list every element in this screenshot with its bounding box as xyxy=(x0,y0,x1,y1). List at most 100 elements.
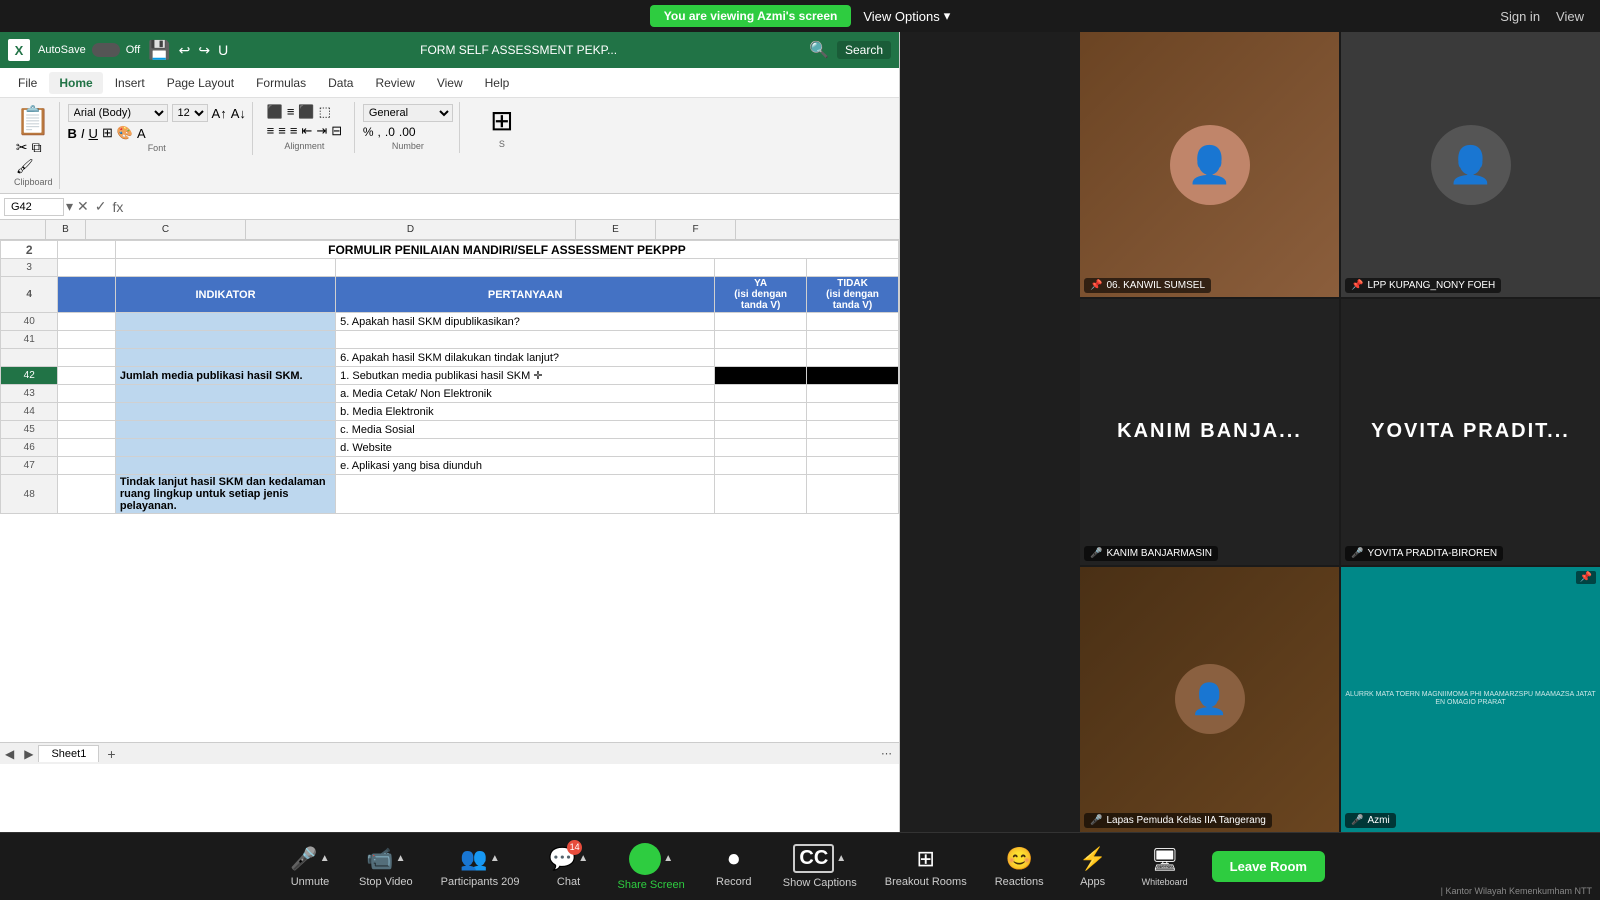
cell-ya[interactable] xyxy=(715,421,807,439)
participants-caret[interactable]: ▲ xyxy=(490,853,500,864)
increase-decimal-icon[interactable]: .0 xyxy=(385,125,395,139)
redo-icon[interactable]: ↪ xyxy=(198,42,210,59)
cell-indikator[interactable] xyxy=(115,331,335,349)
cell[interactable] xyxy=(58,421,115,439)
apps-button[interactable]: ⚡ Apps xyxy=(1058,840,1128,894)
cell-ya[interactable] xyxy=(715,349,807,367)
merge-icon[interactable]: ⊟ xyxy=(331,123,342,139)
bold-icon[interactable]: B xyxy=(68,126,77,141)
cell[interactable] xyxy=(58,331,115,349)
menu-help[interactable]: Help xyxy=(475,72,520,94)
cell-ya[interactable] xyxy=(715,439,807,457)
align-top-icon[interactable]: ⬛ xyxy=(267,104,283,120)
leave-room-button[interactable]: Leave Room xyxy=(1212,851,1325,882)
more-options-icon[interactable]: ⋯ xyxy=(873,747,900,760)
chat-button[interactable]: 💬 14 ▲ Chat xyxy=(534,840,604,894)
cell-ya[interactable] xyxy=(715,475,807,514)
cell-tidak[interactable] xyxy=(807,439,899,457)
col-c[interactable]: C xyxy=(86,220,246,239)
autosave-toggle[interactable] xyxy=(92,43,120,57)
tab-right-arrow[interactable]: ▶ xyxy=(19,747,38,761)
cell-pertanyaan[interactable]: d. Website xyxy=(336,439,715,457)
video-tile-5[interactable]: 👤 🎤 Lapas Pemuda Kelas IIA Tangerang xyxy=(1080,567,1339,832)
cell[interactable] xyxy=(58,457,115,475)
menu-review[interactable]: Review xyxy=(365,72,424,94)
insert-function-icon[interactable]: fx xyxy=(111,199,126,215)
cell-indikator[interactable] xyxy=(115,439,335,457)
record-button[interactable]: ⏺ Record xyxy=(699,840,769,894)
video-tile-3[interactable]: KANIM BANJA... 🎤 KANIM BANJARMASIN xyxy=(1080,299,1339,564)
cell[interactable] xyxy=(58,403,115,421)
thousands-icon[interactable]: , xyxy=(378,125,381,139)
cell[interactable] xyxy=(58,385,115,403)
formula-input[interactable] xyxy=(131,198,895,216)
video-caret[interactable]: ▲ xyxy=(396,853,406,864)
indent-inc-icon[interactable]: ⇥ xyxy=(316,123,327,139)
col-d[interactable]: D xyxy=(246,220,576,239)
cell[interactable] xyxy=(58,367,115,385)
border-icon[interactable]: ⊞ xyxy=(102,125,113,141)
cell-ya[interactable] xyxy=(715,331,807,349)
align-bottom-icon[interactable]: ⬛ xyxy=(298,104,314,120)
cell-tidak[interactable] xyxy=(807,313,899,331)
cell-ref-input[interactable] xyxy=(4,198,64,216)
underline-icon[interactable]: U xyxy=(218,42,228,58)
paste-icon[interactable]: 📋 xyxy=(16,104,51,137)
font-grow-icon[interactable]: A↑ xyxy=(212,106,227,121)
col-e[interactable]: E xyxy=(576,220,656,239)
format-painter-icon[interactable]: 🖌 xyxy=(16,158,51,175)
percent-icon[interactable]: % xyxy=(363,125,374,139)
cell-indikator[interactable] xyxy=(115,349,335,367)
cell-indikator[interactable] xyxy=(115,457,335,475)
header-indikator[interactable]: INDIKATOR xyxy=(115,277,335,313)
cell[interactable] xyxy=(336,259,715,277)
cell-ya[interactable] xyxy=(715,313,807,331)
show-captions-button[interactable]: CC ▲ Show Captions xyxy=(769,838,871,895)
video-tile-4[interactable]: YOVITA PRADIT... 🎤 YOVITA PRADITA-BIRORE… xyxy=(1341,299,1600,564)
align-center-icon[interactable]: ≡ xyxy=(278,123,286,139)
video-tile-1[interactable]: 👤 📌 06. KANWIL SUMSEL xyxy=(1080,32,1339,297)
font-size-selector[interactable]: 12 xyxy=(172,104,208,122)
decrease-decimal-icon[interactable]: .00 xyxy=(399,125,416,139)
cell-pertanyaan[interactable]: 5. Apakah hasil SKM dipublikasikan? xyxy=(336,313,715,331)
cell-pertanyaan[interactable]: a. Media Cetak/ Non Elektronik xyxy=(336,385,715,403)
cell[interactable] xyxy=(715,259,807,277)
search-icon[interactable]: 🔍 xyxy=(809,40,829,60)
menu-page-layout[interactable]: Page Layout xyxy=(157,72,244,94)
cell-tidak-selected[interactable] xyxy=(807,367,899,385)
copy-icon[interactable]: ⧉ xyxy=(32,139,42,156)
cut-icon[interactable]: ✂ xyxy=(16,139,28,156)
breakout-rooms-button[interactable]: ⊞ Breakout Rooms xyxy=(871,840,981,894)
menu-file[interactable]: File xyxy=(8,72,47,94)
cell-ya-selected[interactable] xyxy=(715,367,807,385)
cell-pertanyaan[interactable]: c. Media Sosial xyxy=(336,421,715,439)
cell-indikator[interactable] xyxy=(115,313,335,331)
cell-tidak[interactable] xyxy=(807,421,899,439)
tab-left-arrow[interactable]: ◀ xyxy=(0,747,19,761)
cell-pertanyaan[interactable]: 6. Apakah hasil SKM dilakukan tindak lan… xyxy=(336,349,715,367)
cell-indikator[interactable] xyxy=(115,421,335,439)
video-tile-6[interactable]: ALURRK MATA TOERN MAGNIIMOMA PHI MAAMARZ… xyxy=(1341,567,1600,832)
unmute-caret[interactable]: ▲ xyxy=(320,853,330,864)
header-ya[interactable]: YA (isi dengan tanda V) xyxy=(715,277,807,313)
view-link[interactable]: View xyxy=(1556,9,1584,24)
cell[interactable] xyxy=(58,349,115,367)
align-right-icon[interactable]: ≡ xyxy=(290,123,298,139)
video-tile-2[interactable]: 👤 📌 LPP KUPANG_NONY FOEH xyxy=(1341,32,1600,297)
unmute-button[interactable]: 🎤 ▲ Unmute xyxy=(275,840,345,894)
add-sheet-button[interactable]: + xyxy=(99,746,123,762)
cell-tidak[interactable] xyxy=(807,349,899,367)
cell-indikator[interactable]: Tindak lanjut hasil SKM dan kedalaman ru… xyxy=(115,475,335,514)
align-middle-icon[interactable]: ≡ xyxy=(287,104,295,120)
cell-pertanyaan[interactable]: b. Media Elektronik xyxy=(336,403,715,421)
font-name-selector[interactable]: Arial (Body) xyxy=(68,104,168,122)
share-caret[interactable]: ▲ xyxy=(663,853,673,864)
cell-tidak[interactable] xyxy=(807,385,899,403)
header-pertanyaan[interactable]: PERTANYAAN xyxy=(336,277,715,313)
italic-icon[interactable]: I xyxy=(81,126,85,141)
cell-tidak[interactable] xyxy=(807,457,899,475)
cell[interactable] xyxy=(807,259,899,277)
align-left-icon[interactable]: ≡ xyxy=(267,123,275,139)
header-tidak[interactable]: TIDAK (isi dengan tanda V) xyxy=(807,277,899,313)
col-f[interactable]: F xyxy=(656,220,736,239)
